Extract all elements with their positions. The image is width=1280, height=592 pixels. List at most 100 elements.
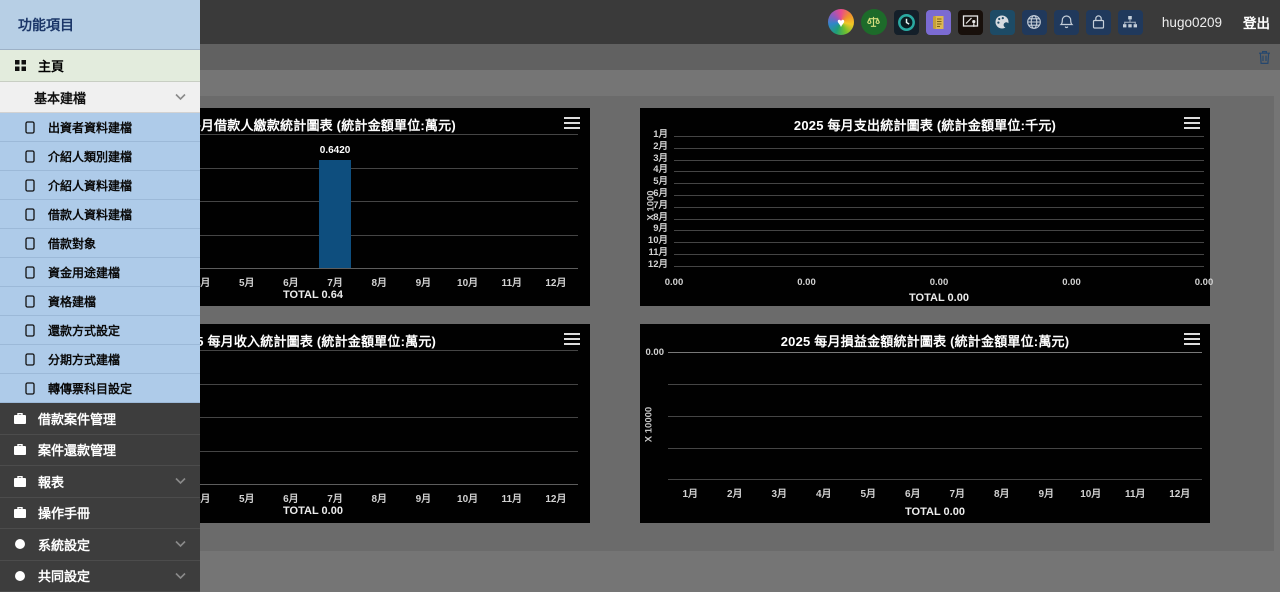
x-axis-tick: 0.00 [656,277,692,288]
x-axis-tick: 0.00 [789,277,825,288]
balance-icon[interactable] [861,9,887,35]
chart-total-label: TOTAL 0.00 [253,505,373,517]
sidebar-item-label: 資金用途建檔 [48,264,120,281]
briefcase-icon [12,475,28,488]
sidebar-item-label: 案件還款管理 [38,440,116,459]
presentation-icon[interactable] [958,10,983,35]
chevron-down-icon [175,541,186,548]
chart-menu-icon[interactable] [564,117,580,129]
grid-icon [12,60,28,71]
scroll-icon[interactable] [926,10,951,35]
sidebar-item-2[interactable]: 出資者資料建檔 [0,113,200,142]
sidebar-item-label: 借款人資料建檔 [48,206,132,223]
sidebar-item-label: 借款對象 [48,235,96,252]
sidebar-item-9[interactable]: 還款方式設定 [0,316,200,345]
sidebar-item-label: 基本建檔 [34,88,86,107]
sitemap-icon[interactable] [1118,10,1143,35]
chart-title: 2025 每月支出統計圖表 (統計金額單位:千元) [640,115,1210,134]
bell-icon[interactable] [1054,10,1079,35]
sidebar-item-label: 分期方式建檔 [48,351,120,368]
y-axis-unit-label: X 1000 [646,176,657,236]
sidebar-item-12[interactable]: 借款案件管理 [0,403,200,435]
x-axis-label: 10月 [448,274,488,289]
sidebar-title: 功能項目 [0,0,200,50]
sidebar-item-6[interactable]: 借款對象 [0,229,200,258]
x-axis-label: 12月 [1160,485,1200,500]
sidebar-item-8[interactable]: 資格建檔 [0,287,200,316]
doc-icon [22,382,38,395]
doc-icon [22,353,38,366]
x-axis-label: 8月 [359,490,399,505]
gridline [674,242,1204,243]
sidebar-item-3[interactable]: 介紹人類別建檔 [0,142,200,171]
x-axis-label: 4月 [804,485,844,500]
chart-menu-icon[interactable] [1184,333,1200,345]
gridline [674,160,1204,161]
x-axis-label: 2月 [715,485,755,500]
gridline [668,448,1202,449]
chevron-down-icon [175,94,186,101]
sidebar: 功能項目 主頁基本建檔出資者資料建檔介紹人類別建檔介紹人資料建檔借款人資料建檔借… [0,0,200,592]
chevron-down-icon [175,572,186,579]
x-axis-label: 6月 [893,485,933,500]
trash-icon[interactable] [1258,50,1271,65]
x-axis-label: 9月 [403,490,443,505]
chart-total-label: TOTAL 0.64 [253,289,373,301]
sidebar-item-10[interactable]: 分期方式建檔 [0,345,200,374]
sidebar-item-14[interactable]: 報表 [0,466,200,498]
x-axis-label: 9月 [1026,485,1066,500]
lock-icon[interactable] [1086,10,1111,35]
zero-line [668,352,1202,353]
x-axis-label: 6月 [271,490,311,505]
y-axis-tick: 0.00 [634,347,664,358]
briefcase-icon [12,443,28,456]
gridline [674,219,1204,220]
sidebar-item-11[interactable]: 轉傳票科目設定 [0,374,200,403]
sidebar-item-0[interactable]: 主頁 [0,50,200,82]
gridline [674,230,1204,231]
x-axis-label: 8月 [982,485,1022,500]
sidebar-item-4[interactable]: 介紹人資料建檔 [0,171,200,200]
x-axis-label: 9月 [403,274,443,289]
sidebar-item-label: 介紹人類別建檔 [48,148,132,165]
clock-icon[interactable] [894,10,919,35]
x-axis-tick: 0.00 [921,277,957,288]
sidebar-item-17[interactable]: 共同設定 [0,561,200,592]
sidebar-item-1[interactable]: 基本建檔 [0,82,200,113]
x-axis-tick: 0.00 [1054,277,1090,288]
sidebar-item-5[interactable]: 借款人資料建檔 [0,200,200,229]
palette-icon[interactable] [990,10,1015,35]
sidebar-item-label: 共同設定 [38,566,90,585]
x-axis-tick: 0.00 [1186,277,1222,288]
globe-icon[interactable] [1022,10,1047,35]
sidebar-item-13[interactable]: 案件還款管理 [0,435,200,467]
sidebar-item-label: 系統設定 [38,535,90,554]
chart-menu-icon[interactable] [564,333,580,345]
sidebar-item-label: 轉傳票科目設定 [48,380,132,397]
x-axis-label: 10月 [448,490,488,505]
logout-button[interactable]: 登出 [1243,12,1270,32]
bar-value-label: 0.6420 [305,145,365,156]
brand-swirl-icon[interactable]: ♥ [828,9,854,35]
x-axis-label: 3月 [759,485,799,500]
chart-menu-icon[interactable] [1184,117,1200,129]
x-axis-label: 5月 [227,490,267,505]
doc-icon [22,324,38,337]
sidebar-item-16[interactable]: 系統設定 [0,529,200,561]
x-axis-label: 11月 [492,274,532,289]
gridline [668,384,1202,385]
gridline [674,183,1204,184]
gridline [674,207,1204,208]
gridline [674,266,1204,267]
briefcase-icon [12,412,28,425]
sidebar-item-7[interactable]: 資金用途建檔 [0,258,200,287]
sidebar-item-label: 主頁 [38,56,64,75]
x-axis-label: 12月 [536,274,576,289]
y-axis-unit-label: X 10000 [644,395,655,455]
chart-title: 2025 每月損益金額統計圖表 (統計金額單位:萬元) [640,331,1210,350]
sidebar-item-15[interactable]: 操作手冊 [0,498,200,530]
gridline [668,416,1202,417]
doc-icon [22,179,38,192]
x-axis-label: 5月 [227,274,267,289]
chart-total-label: TOTAL 0.00 [875,506,995,518]
